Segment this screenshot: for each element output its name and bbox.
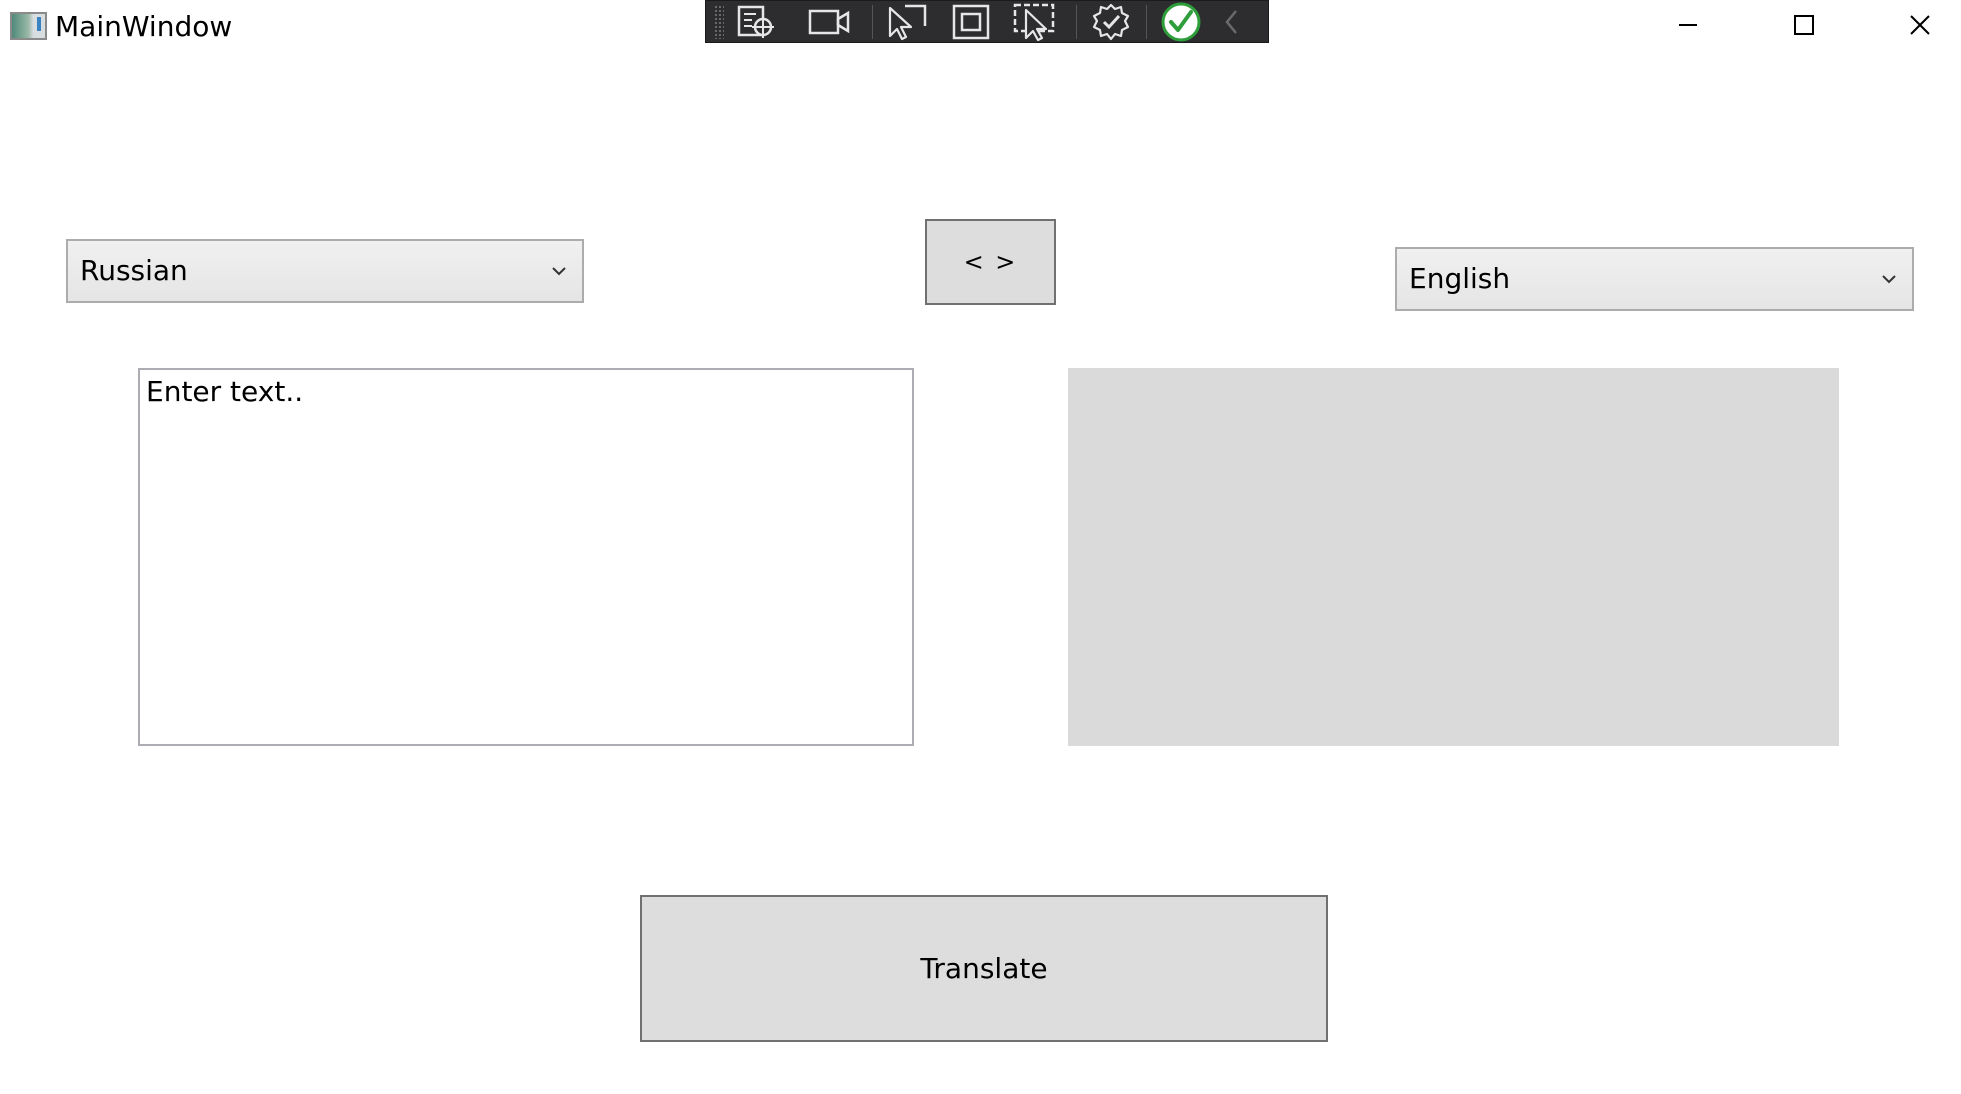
chevron-down-icon — [552, 267, 566, 276]
record-icon[interactable] — [804, 1, 854, 43]
source-language-select[interactable]: Russian — [66, 239, 584, 303]
translation-output — [1068, 368, 1839, 746]
maximize-button[interactable] — [1746, 0, 1862, 50]
target-language-value: English — [1409, 262, 1511, 295]
check-icon[interactable] — [1156, 1, 1206, 43]
source-text-input[interactable]: Enter text.. — [138, 368, 914, 746]
toolbar-grip-icon[interactable] — [714, 5, 724, 39]
select-element-icon[interactable] — [882, 1, 932, 43]
track-focus-icon[interactable] — [1010, 1, 1060, 43]
toolbar-separator — [872, 5, 873, 39]
title-bar: MainWindow — [0, 0, 1961, 54]
toolbar-separator — [1146, 5, 1147, 39]
main-window: MainWindow Russian < > English Enter tex… — [0, 0, 1961, 1094]
target-language-select[interactable]: English — [1395, 247, 1914, 311]
window-title: MainWindow — [55, 10, 233, 43]
debug-toolbar — [705, 0, 1269, 43]
hot-reload-icon[interactable] — [1086, 1, 1136, 43]
close-icon — [1910, 15, 1930, 35]
translate-button[interactable]: Translate — [640, 895, 1328, 1042]
live-visual-tree-icon[interactable] — [732, 1, 782, 43]
minimize-button[interactable] — [1630, 0, 1746, 50]
display-layout-adorners-icon[interactable] — [946, 1, 996, 43]
app-icon — [10, 12, 47, 40]
source-language-value: Russian — [80, 254, 188, 287]
maximize-icon — [1794, 15, 1814, 35]
source-text-value: Enter text.. — [146, 375, 304, 408]
swap-languages-button[interactable]: < > — [925, 219, 1056, 305]
toolbar-separator — [1076, 5, 1077, 39]
minimize-icon — [1679, 24, 1697, 26]
collapse-icon[interactable] — [1212, 1, 1252, 43]
close-button[interactable] — [1862, 0, 1961, 50]
chevron-down-icon — [1882, 275, 1896, 284]
